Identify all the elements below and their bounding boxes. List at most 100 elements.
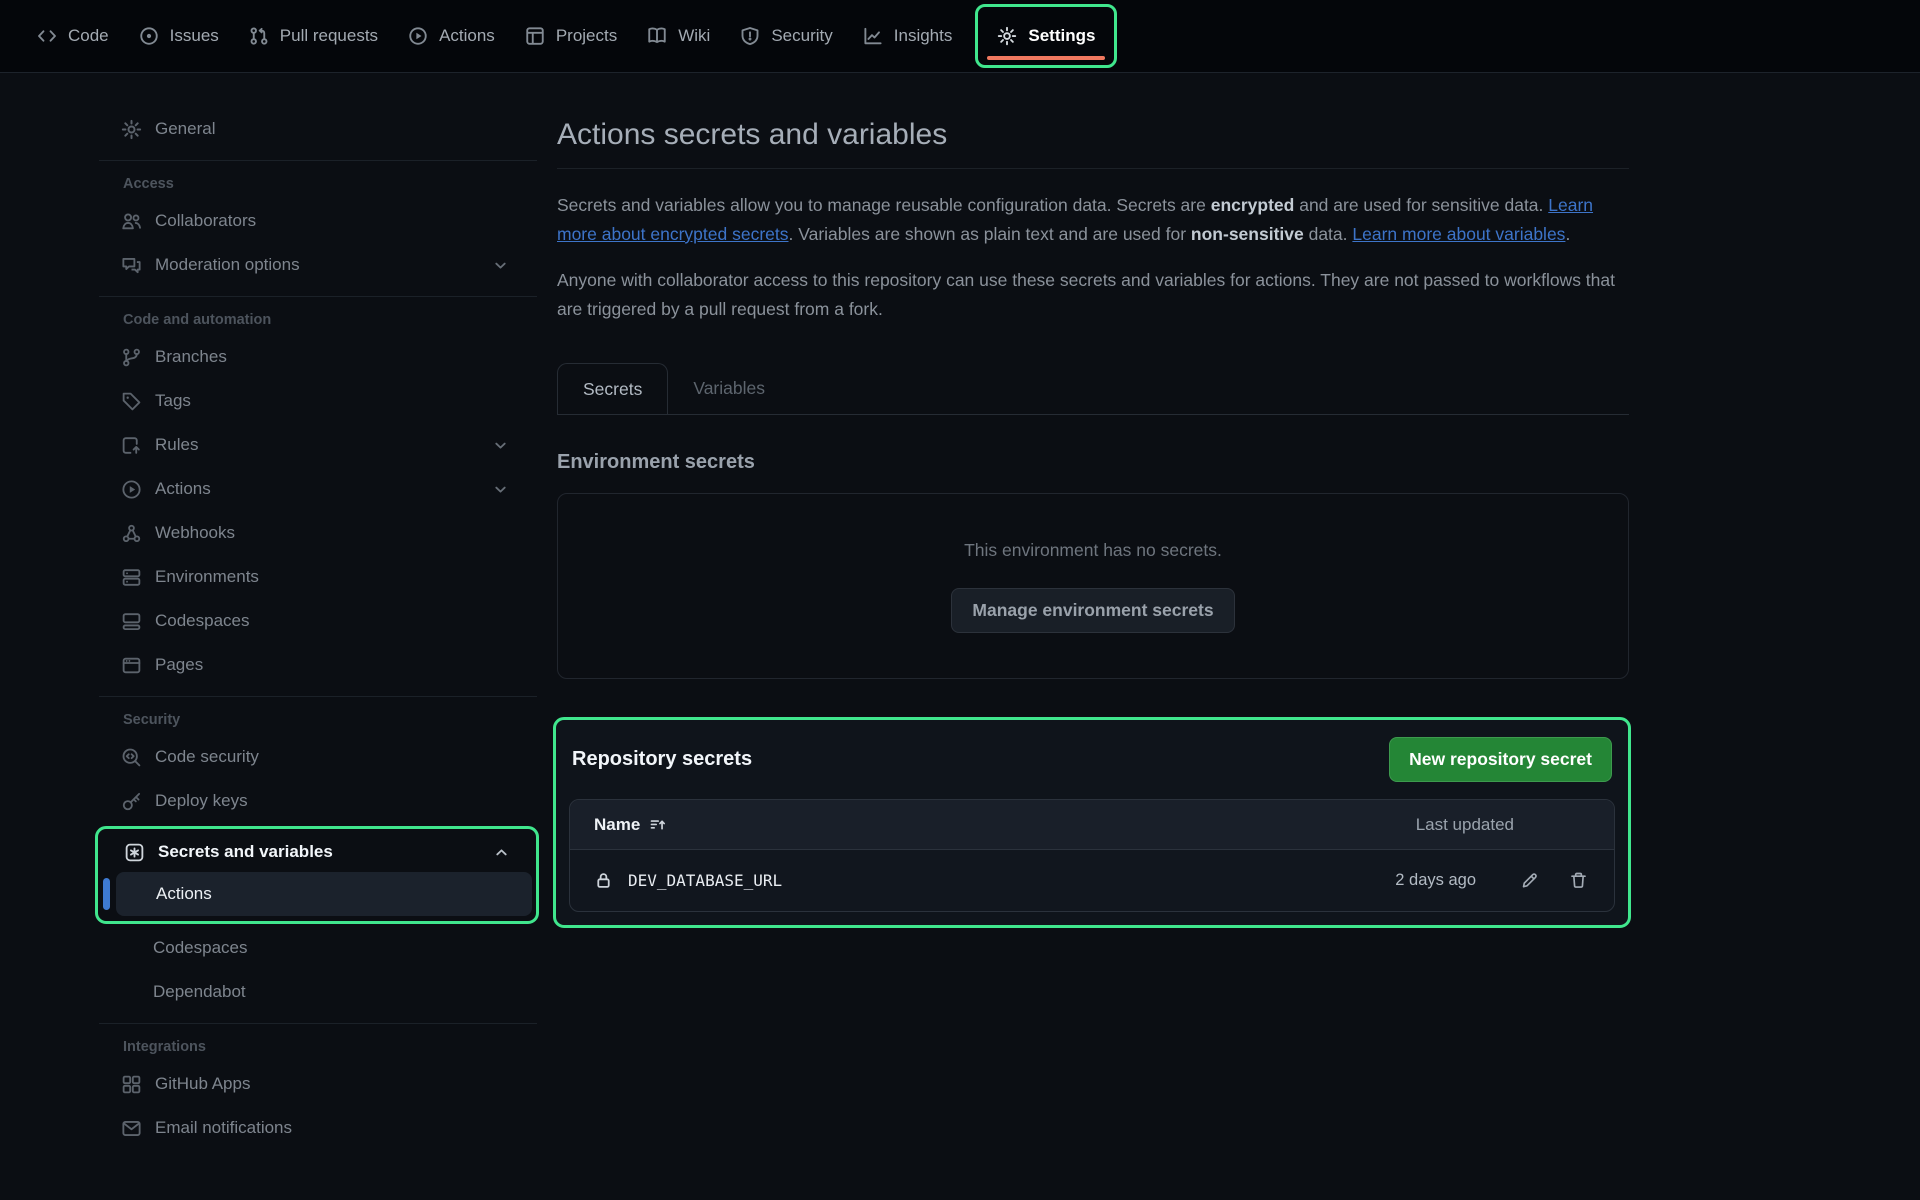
sort-ascending-icon <box>649 816 667 834</box>
trash-icon[interactable] <box>1569 871 1588 890</box>
tab-secrets[interactable]: Secrets <box>557 363 668 414</box>
sidebar-item-github-apps[interactable]: GitHub Apps <box>97 1062 537 1106</box>
webhook-icon <box>121 523 142 544</box>
sidebar-section-title: Integrations <box>97 1039 537 1055</box>
secret-name: DEV_DATABASE_URL <box>628 871 782 890</box>
column-header-name[interactable]: Name <box>594 815 667 835</box>
sidebar-item-label: Environments <box>155 567 259 587</box>
secrets-variables-tabnav: Secrets Variables <box>557 363 1629 415</box>
sidebar-item-label: Rules <box>155 435 198 455</box>
nav-tab-label: Settings <box>1028 26 1095 46</box>
link-variables[interactable]: Learn more about variables <box>1352 224 1565 244</box>
people-icon <box>121 211 142 232</box>
rules-icon <box>121 435 142 456</box>
gear-icon <box>121 119 142 140</box>
nav-tab-security[interactable]: Security <box>725 5 847 67</box>
secret-last-updated: 2 days ago <box>1395 871 1476 890</box>
nav-tab-settings[interactable]: Settings <box>975 4 1117 68</box>
sidebar-item-general[interactable]: General <box>97 107 537 151</box>
intro-text: data. <box>1304 224 1353 244</box>
nav-tab-label: Projects <box>556 26 617 46</box>
sidebar-divider <box>99 160 537 161</box>
sidebar-item-branches[interactable]: Branches <box>97 335 537 379</box>
chevron-down-icon <box>492 257 509 274</box>
sidebar-item-environments[interactable]: Environments <box>97 555 537 599</box>
nav-tab-label: Code <box>68 26 109 46</box>
tab-variables[interactable]: Variables <box>668 363 790 414</box>
collaborator-access-paragraph: Anyone with collaborator access to this … <box>557 266 1629 324</box>
sidebar-subitem-actions-wrap: Actions <box>100 872 532 916</box>
browser-icon <box>121 655 142 676</box>
table-icon <box>525 26 545 46</box>
intro-text: Secrets and variables allow you to manag… <box>557 195 1211 215</box>
sidebar-item-label: Email notifications <box>155 1118 292 1138</box>
sidebar-item-webhooks[interactable]: Webhooks <box>97 511 537 555</box>
sidebar-divider <box>99 696 537 697</box>
nav-tab-label: Actions <box>439 26 495 46</box>
sidebar-item-label: Deploy keys <box>155 791 248 811</box>
nav-tab-code[interactable]: Code <box>22 5 124 67</box>
sidebar-item-label: Pages <box>155 655 203 675</box>
apps-icon <box>121 1074 142 1095</box>
environment-secrets-heading: Environment secrets <box>557 451 1629 474</box>
sidebar-subitem-actions[interactable]: Actions <box>116 872 532 916</box>
sidebar-item-secrets-and-variables[interactable]: Secrets and variables <box>100 832 532 872</box>
sidebar-item-deploy-keys[interactable]: Deploy keys <box>97 779 537 823</box>
sidebar-item-label: Webhooks <box>155 523 235 543</box>
sidebar-item-rules[interactable]: Rules <box>97 423 537 467</box>
table-row: DEV_DATABASE_URL 2 days ago <box>570 850 1614 911</box>
nav-tab-issues[interactable]: Issues <box>124 5 234 67</box>
nav-tab-label: Wiki <box>678 26 710 46</box>
sidebar-item-label: Secrets and variables <box>158 842 333 862</box>
sidebar-item-email-notifications[interactable]: Email notifications <box>97 1106 537 1150</box>
sidebar-section-title: Security <box>97 712 537 728</box>
sidebar-subitem-codespaces[interactable]: Codespaces <box>97 926 537 970</box>
sidebar-subitem-label: Actions <box>156 884 212 904</box>
intro-bold-encrypted: encrypted <box>1211 195 1295 215</box>
nav-tab-label: Security <box>771 26 832 46</box>
nav-tab-projects[interactable]: Projects <box>510 5 632 67</box>
issue-opened-icon <box>139 26 159 46</box>
chevron-down-icon <box>492 437 509 454</box>
intro-bold-non-sensitive: non-sensitive <box>1191 224 1304 244</box>
settings-sidebar: General Access Collaborators Moderation … <box>97 73 537 1150</box>
pull-request-icon <box>249 26 269 46</box>
comment-discussion-icon <box>121 255 142 276</box>
sidebar-item-moderation-options[interactable]: Moderation options <box>97 243 537 287</box>
column-header-label: Name <box>594 815 640 835</box>
nav-tab-insights[interactable]: Insights <box>848 5 968 67</box>
environment-secrets-empty-message: This environment has no secrets. <box>964 540 1222 561</box>
intro-text: and are used for sensitive data. <box>1294 195 1548 215</box>
nav-tab-label: Issues <box>170 26 219 46</box>
manage-environment-secrets-button[interactable]: Manage environment secrets <box>951 588 1234 633</box>
sidebar-subitem-dependabot[interactable]: Dependabot <box>97 970 537 1014</box>
sidebar-item-codespaces[interactable]: Codespaces <box>97 599 537 643</box>
chevron-up-icon <box>493 844 510 861</box>
lock-icon <box>594 871 613 890</box>
repository-secrets-heading: Repository secrets <box>572 748 752 771</box>
repository-secrets-table: Name Last updated DEV_DATABASE_URL 2 day… <box>569 799 1615 912</box>
sidebar-item-label: GitHub Apps <box>155 1074 250 1094</box>
new-repository-secret-button[interactable]: New repository secret <box>1389 737 1612 782</box>
sidebar-item-label: Tags <box>155 391 191 411</box>
sidebar-item-label: Collaborators <box>155 211 256 231</box>
sidebar-item-collaborators[interactable]: Collaborators <box>97 199 537 243</box>
nav-tab-pull-requests[interactable]: Pull requests <box>234 5 393 67</box>
code-icon <box>37 26 57 46</box>
codescan-icon <box>121 747 142 768</box>
secret-name-cell: DEV_DATABASE_URL <box>594 871 782 890</box>
sidebar-item-label: General <box>155 119 215 139</box>
annotation-box-secrets-and-variables: Secrets and variables Actions <box>95 826 539 924</box>
nav-tab-actions[interactable]: Actions <box>393 5 510 67</box>
page-title: Actions secrets and variables <box>557 118 1629 169</box>
nav-tab-wiki[interactable]: Wiki <box>632 5 725 67</box>
sidebar-item-tags[interactable]: Tags <box>97 379 537 423</box>
sidebar-item-code-security[interactable]: Code security <box>97 735 537 779</box>
sidebar-item-actions[interactable]: Actions <box>97 467 537 511</box>
pencil-icon[interactable] <box>1520 871 1539 890</box>
sidebar-item-pages[interactable]: Pages <box>97 643 537 687</box>
sidebar-divider <box>99 296 537 297</box>
sidebar-divider <box>99 1023 537 1024</box>
sidebar-item-label: Codespaces <box>155 611 250 631</box>
row-actions <box>1520 871 1588 890</box>
